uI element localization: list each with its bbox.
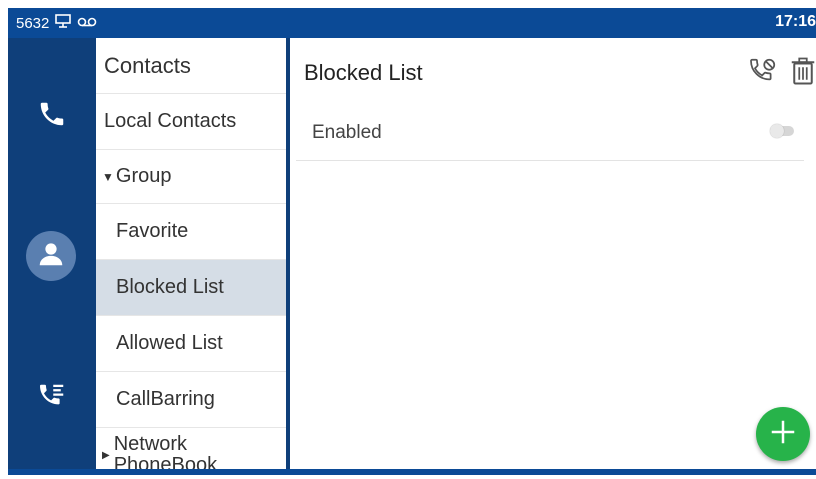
title-actions (748, 56, 816, 91)
page-title: Blocked List (304, 60, 423, 85)
caret-down-icon: ▼ (102, 169, 114, 184)
clock: 17:16 (775, 13, 816, 30)
voicemail-icon (77, 15, 97, 32)
enabled-toggle[interactable] (770, 124, 794, 138)
delete-icon (790, 57, 816, 90)
menu-item-favorite[interactable]: Favorite (96, 204, 286, 260)
status-left: 5632 (16, 14, 97, 32)
contacts-icon (36, 239, 66, 274)
add-button[interactable] (756, 407, 810, 461)
phone-screen: 5632 17:16 Contacts Local Contacts ▼ Gro… (8, 8, 816, 475)
enabled-label: Enabled (312, 122, 382, 143)
extension-number: 5632 (16, 14, 50, 32)
status-bar: 5632 17:16 (8, 8, 816, 38)
contacts-menu: Contacts Local Contacts ▼ Group Favorite… (96, 38, 286, 469)
call-history-icon (37, 381, 67, 416)
network-icon (55, 14, 72, 32)
left-rail (8, 38, 96, 469)
enabled-row: Enabled (296, 104, 804, 161)
menu-item-network-phonebook[interactable]: ▶ Network PhoneBook (96, 428, 286, 470)
caret-right-icon: ▶ (102, 450, 110, 461)
toggle-knob (770, 124, 784, 138)
dialer-tab[interactable] (30, 94, 74, 138)
history-tab[interactable] (30, 376, 74, 420)
delete-button[interactable] (790, 56, 816, 91)
menu-item-allowed-list[interactable]: Allowed List (96, 316, 286, 372)
menu-item-local-contacts[interactable]: Local Contacts (96, 94, 286, 150)
menu-item-callbarring[interactable]: CallBarring (96, 372, 286, 428)
blocked-list-panel: Blocked List Enabled (290, 38, 816, 469)
bottom-bar (8, 469, 816, 475)
menu-item-blocked-list[interactable]: Blocked List (96, 260, 286, 316)
menu-header: Contacts (96, 38, 286, 94)
blocked-call-button[interactable] (748, 56, 778, 91)
menu-item-group[interactable]: ▼ Group (96, 150, 286, 204)
blocked-call-icon (748, 58, 778, 90)
phone-icon (37, 99, 67, 134)
contacts-tab[interactable] (26, 231, 76, 281)
add-icon (768, 417, 798, 452)
